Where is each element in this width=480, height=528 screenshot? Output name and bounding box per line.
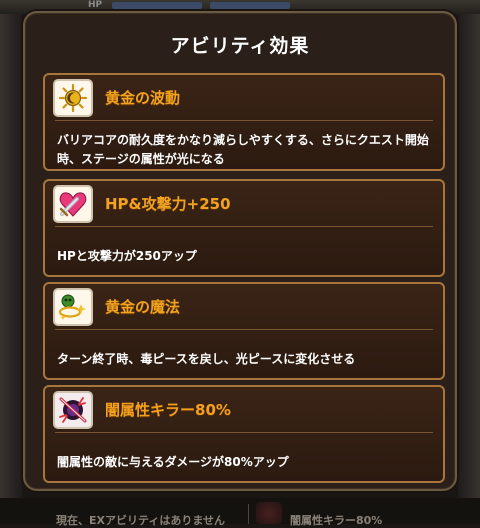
dark-killer-icon <box>256 502 282 524</box>
background-right-edge <box>458 14 480 500</box>
ability-card[interactable]: 黄金の魔法 ターン終了時、毒ピースを戻し、光ピースに変化させる <box>43 282 445 380</box>
ability-name: 闇属性キラー80% <box>105 401 231 419</box>
dark-killer-icon <box>53 391 93 429</box>
mp-bar <box>210 2 290 9</box>
divider <box>248 504 249 524</box>
background-left-edge <box>0 14 22 500</box>
bottom-ability-label: 闇属性キラー80% <box>290 514 383 527</box>
ability-name: 黄金の魔法 <box>105 298 181 316</box>
card-divider <box>55 432 433 433</box>
golden-sun-icon <box>53 79 93 117</box>
ability-name: HP&攻撃力+250 <box>105 195 231 213</box>
hp-label: HP <box>88 0 103 10</box>
ability-description: バリアコアの耐久度をかなり減らしやすくする、さらにクエスト開始時、ステージの属性… <box>57 133 429 166</box>
heart-sword-icon <box>53 185 93 223</box>
ability-name: 黄金の波動 <box>105 89 181 107</box>
ability-description: ターン終了時、毒ピースを戻し、光ピースに変化させる <box>57 352 356 366</box>
card-divider <box>55 120 433 121</box>
hp-bar <box>112 2 202 9</box>
card-divider <box>55 329 433 330</box>
ability-description: HPと攻撃力が250アップ <box>57 249 197 263</box>
ability-description: 闇属性の敵に与えるダメージが80%アップ <box>57 455 289 469</box>
card-divider <box>55 226 433 227</box>
ability-card[interactable]: 闇属性キラー80% 闇属性の敵に与えるダメージが80%アップ <box>43 385 445 483</box>
ability-card[interactable]: 黄金の波動 バリアコアの耐久度をかなり減らしやすくする、さらにクエスト開始時、ス… <box>43 73 445 171</box>
ex-ability-status-text: 現在、EXアビリティはありません <box>56 514 226 527</box>
ability-card[interactable]: HP&攻撃力+250 HPと攻撃力が250アップ <box>43 179 445 277</box>
ability-effects-dialog: アビリティ効果 黄金の波動 バリアコアの耐久度をかなり減らしやすくする、さらにク… <box>23 11 457 491</box>
dialog-title: アビリティ効果 <box>170 35 310 57</box>
background-bottom-bar: 現在、EXアビリティはありません 闇属性キラー80% <box>0 498 480 527</box>
golden-magic-icon <box>53 288 93 326</box>
